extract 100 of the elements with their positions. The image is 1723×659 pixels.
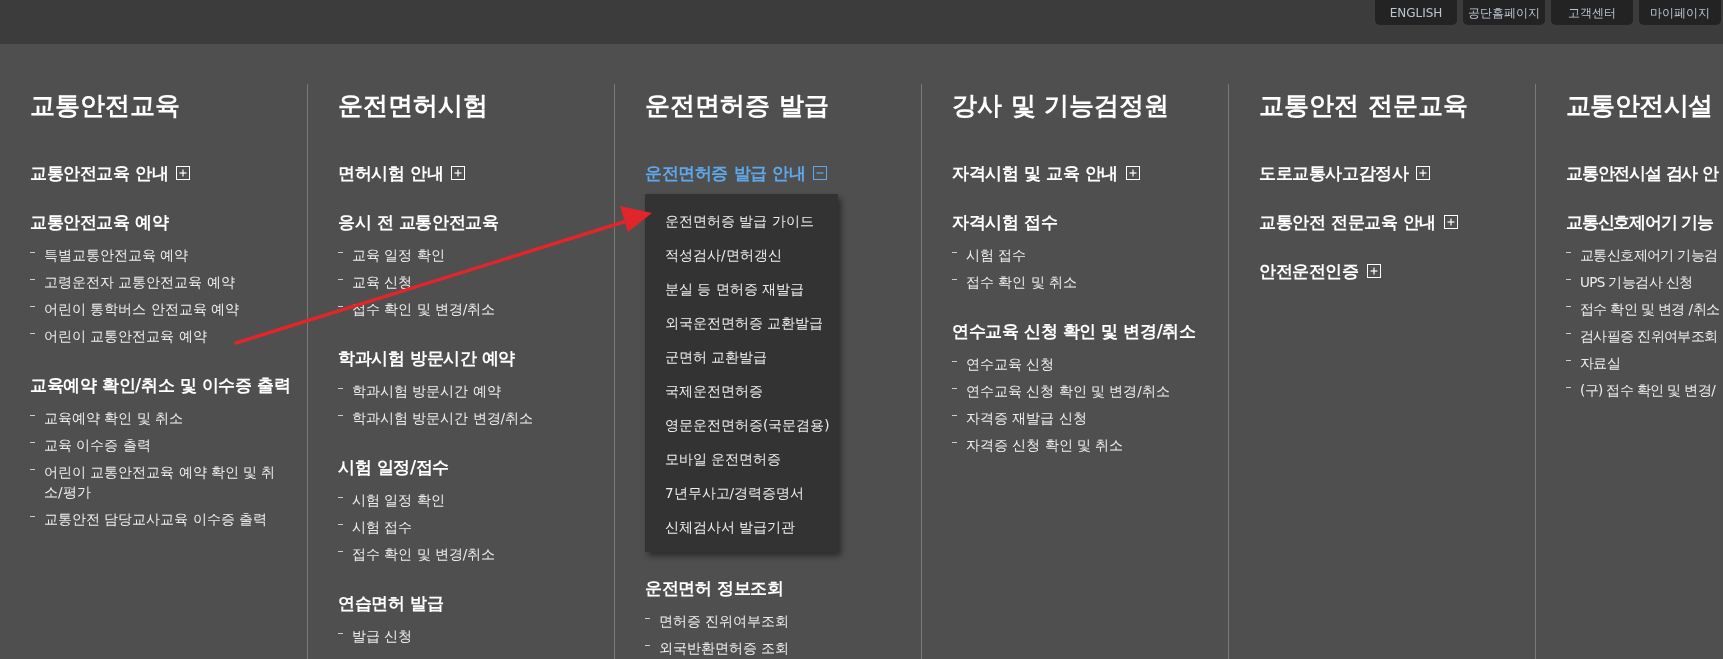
section-link[interactable]: 시험 일정/접수 <box>338 454 449 480</box>
bullet-dash <box>952 251 957 253</box>
menu-link[interactable]: 자료실 <box>1566 349 1723 376</box>
bullet-dash <box>30 278 35 280</box>
bullet-dash <box>1566 305 1571 307</box>
menu-link[interactable]: 특별교통안전교육 예약 <box>30 241 293 268</box>
bullet-dash <box>338 523 343 525</box>
menu-link[interactable]: 어린이 교통안전교육 예약 <box>30 322 293 349</box>
section-link[interactable]: 연습면허 발급 <box>338 590 444 616</box>
menu-link[interactable]: 외국반환면허증 조회 <box>645 634 907 659</box>
menu-link[interactable]: 학과시험 방문시간 예약 <box>338 377 600 404</box>
menu-link[interactable]: 교통안전 담당교사교육 이수증 출력 <box>30 505 293 532</box>
expand-icon[interactable] <box>451 166 466 180</box>
bullet-dash <box>1566 332 1571 334</box>
section-link[interactable]: 연수교육 신청 확인 및 변경/취소 <box>952 318 1196 344</box>
section-link[interactable]: 면허시험 안내 <box>338 160 466 186</box>
expand-icon[interactable] <box>1444 215 1459 229</box>
section-link[interactable]: 교통안전시설 검사 안 <box>1566 160 1718 186</box>
dropdown-item[interactable]: 적성검사/면허갱신 <box>645 238 838 272</box>
menu-link[interactable]: 시험 접수 <box>338 513 600 540</box>
column-heading: 운전면허증 발급 <box>645 90 830 122</box>
bullet-dash <box>1566 278 1571 280</box>
menu-link[interactable]: 발급 신청 <box>338 622 600 649</box>
bullet-dash <box>952 441 957 443</box>
menu-link[interactable]: 시험 접수 <box>952 241 1214 268</box>
section-link[interactable]: 자격시험 접수 <box>952 209 1058 235</box>
bullet-dash <box>30 414 35 416</box>
column-heading: 강사 및 기능검정원 <box>952 90 1171 122</box>
section-link[interactable]: 교통안전교육 안내 <box>30 160 191 186</box>
menu-link[interactable]: 어린이 통학버스 안전교육 예약 <box>30 295 293 322</box>
section-link[interactable]: 교통안전교육 예약 <box>30 209 169 235</box>
menu-link[interactable]: 접수 확인 및 변경/취소 <box>338 540 600 567</box>
bullet-dash <box>338 387 343 389</box>
menu-link[interactable]: 교육 이수증 출력 <box>30 431 293 458</box>
top-link[interactable]: 고객센터 <box>1551 0 1633 25</box>
bullet-dash <box>30 251 35 253</box>
section-link[interactable]: 학과시험 방문시간 예약 <box>338 345 516 371</box>
expand-icon[interactable] <box>1366 264 1381 278</box>
menu-link[interactable]: 고령운전자 교통안전교육 예약 <box>30 268 293 295</box>
menu-link[interactable]: 자격증 재발급 신청 <box>952 404 1214 431</box>
menu-link[interactable]: 연수교육 신청 확인 및 변경/취소 <box>952 377 1214 404</box>
menu-link[interactable]: 시험 일정 확인 <box>338 486 600 513</box>
dropdown-item[interactable]: 군면허 교환발급 <box>645 340 838 374</box>
expand-icon[interactable] <box>176 166 191 180</box>
dropdown-item[interactable]: 7년무사고/경력증명서 <box>645 476 838 510</box>
bullet-dash <box>338 632 343 634</box>
menu-link[interactable]: 접수 확인 및 변경 /취소 <box>1566 295 1723 322</box>
menu-link[interactable]: 접수 확인 및 취소 <box>952 268 1214 295</box>
bullet-dash <box>338 496 343 498</box>
top-link[interactable]: 공단홈페이지 <box>1463 0 1545 25</box>
bullet-dash <box>645 644 650 646</box>
bullet-dash <box>30 515 35 517</box>
bullet-dash <box>952 360 957 362</box>
dropdown-item[interactable]: 외국운전면허증 교환발급 <box>645 306 838 340</box>
bullet-dash <box>338 278 343 280</box>
menu-link[interactable]: 자격증 신청 확인 및 취소 <box>952 431 1214 458</box>
column-heading: 교통안전교육 <box>30 90 181 122</box>
menu-link[interactable]: (구) 접수 확인 및 변경/ <box>1566 376 1723 403</box>
bullet-dash <box>30 332 35 334</box>
dropdown-item[interactable]: 운전면허증 발급 가이드 <box>645 204 838 238</box>
bullet-dash <box>338 550 343 552</box>
section-link[interactable]: 교통신호제어기 기능 <box>1566 209 1713 235</box>
bullet-dash <box>1566 359 1571 361</box>
bullet-dash <box>338 251 343 253</box>
section-link[interactable]: 운전면허 정보조회 <box>645 575 784 601</box>
menu-link[interactable]: 교통신호제어기 기능검 <box>1566 241 1723 268</box>
section-link[interactable]: 교통안전 전문교육 안내 <box>1259 209 1459 235</box>
bullet-dash <box>645 617 650 619</box>
menu-link[interactable]: 어린이 교통안전교육 예약 확인 및 취소/평가 <box>30 458 293 505</box>
expand-icon[interactable] <box>1125 166 1140 180</box>
menu-link[interactable]: 검사필증 진위여부조회 <box>1566 322 1723 349</box>
column-heading: 교통안전 전문교육 <box>1259 90 1469 122</box>
dropdown-item[interactable]: 영문운전면허증(국문겸용) <box>645 408 838 442</box>
collapse-icon[interactable] <box>813 166 828 180</box>
section-link[interactable]: 안전운전인증 <box>1259 258 1381 284</box>
dropdown-item[interactable]: 분실 등 면허증 재발급 <box>645 272 838 306</box>
bullet-dash <box>338 414 343 416</box>
bullet-dash <box>30 468 35 470</box>
dropdown-item[interactable]: 국제운전면허증 <box>645 374 838 408</box>
menu-link[interactable]: 학과시험 방문시간 변경/취소 <box>338 404 600 431</box>
bullet-dash <box>952 278 957 280</box>
dropdown-item[interactable]: 신체검사서 발급기관 <box>645 510 838 544</box>
menu-link[interactable]: 연수교육 신청 <box>952 350 1214 377</box>
section-link[interactable]: 교육예약 확인/취소 및 이수증 출력 <box>30 372 291 398</box>
bullet-dash <box>30 441 35 443</box>
section-link[interactable]: 도로교통사고감정사 <box>1259 160 1431 186</box>
bullet-dash <box>338 305 343 307</box>
menu-link[interactable]: 교육예약 확인 및 취소 <box>30 404 293 431</box>
menu-link[interactable]: 면허증 진위여부조회 <box>645 607 907 634</box>
section-link[interactable]: 응시 전 교통안전교육 <box>338 209 499 235</box>
top-link[interactable]: ENGLISH <box>1375 0 1457 25</box>
column-heading: 교통안전시설 <box>1566 90 1714 122</box>
menu-link[interactable]: 교육 일정 확인 <box>338 241 600 268</box>
section-link[interactable]: 자격시험 및 교육 안내 <box>952 160 1140 186</box>
dropdown-item[interactable]: 모바일 운전면허증 <box>645 442 838 476</box>
expand-icon[interactable] <box>1416 166 1431 180</box>
top-link[interactable]: 마이페이지 <box>1639 0 1721 25</box>
bullet-dash <box>952 414 957 416</box>
menu-link[interactable]: 교육 신청 <box>338 268 600 295</box>
menu-link[interactable]: UPS 기능검사 신청 <box>1566 268 1723 295</box>
